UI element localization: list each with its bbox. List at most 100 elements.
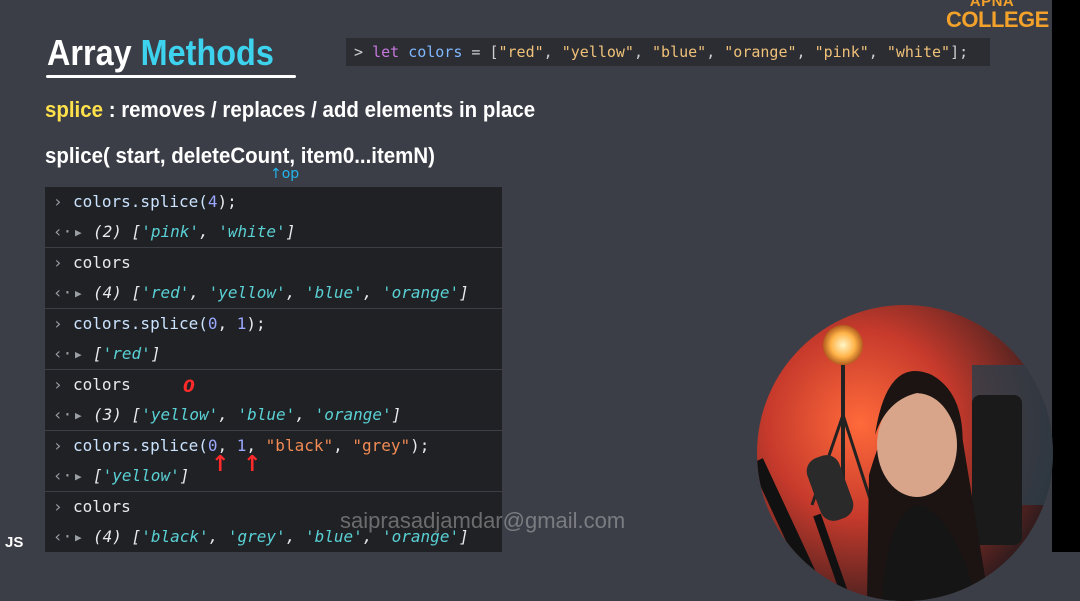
console-output-row: ‹· ▶ (3) ['yellow', 'blue', 'orange'] <box>45 400 502 431</box>
return-arrow-icon: ‹· <box>53 466 73 485</box>
array-item: 'grey' <box>227 527 286 546</box>
array-item: 'yellow' <box>102 466 180 485</box>
array-item: 'red' <box>141 283 190 302</box>
array-item: 'red' <box>102 344 151 363</box>
console-array-output[interactable]: (4) ['red', 'yellow', 'blue', 'orange'] <box>93 283 469 302</box>
console-input-row: › colors <box>45 370 502 400</box>
decl-item: "pink" <box>814 43 869 61</box>
presenter-webcam <box>757 305 1053 601</box>
decl-item: "blue" <box>652 43 707 61</box>
slide-title: Array Methods <box>47 32 274 74</box>
prompt-chevron-icon: › <box>53 497 63 516</box>
array-item: 'yellow' <box>208 283 286 302</box>
array-item: 'black' <box>141 527 209 546</box>
brand-logo-bottom: COLLEGE <box>946 7 1049 32</box>
return-arrow-icon: ‹· <box>53 405 73 424</box>
return-arrow-icon: ‹· <box>53 222 73 241</box>
console-array-output[interactable]: (3) ['yellow', 'blue', 'orange'] <box>93 405 401 424</box>
up-arrow-icon: ↑ <box>211 452 230 477</box>
return-arrow-icon: ‹· <box>53 283 73 302</box>
console-arg: "black" <box>265 436 334 455</box>
return-arrow-icon: ‹· <box>53 344 73 363</box>
splice-description: splice : removes / replaces / add elemen… <box>45 97 535 123</box>
array-length: (3) <box>93 405 122 424</box>
up-arrow-icon: ↑ <box>270 166 282 182</box>
brand-logo: APNA COLLEGE <box>946 0 1049 32</box>
console-arg: "grey" <box>352 436 411 455</box>
console-arg: , <box>333 436 353 455</box>
array-item: 'blue' <box>237 405 296 424</box>
console-arg: 4 <box>207 192 218 211</box>
expand-triangle-icon[interactable]: ▶ <box>75 401 93 431</box>
decl-var: colors <box>408 43 463 61</box>
colors-declaration: > let colors = ["red", "yellow", "blue",… <box>346 38 990 66</box>
right-black-strip <box>1052 0 1080 552</box>
array-item: 'orange' <box>314 405 392 424</box>
prompt-chevron-icon: › <box>53 375 63 394</box>
expand-triangle-icon[interactable]: ▶ <box>75 218 93 248</box>
decl-item: "red" <box>498 43 544 61</box>
array-item: 'yellow' <box>141 405 219 424</box>
console-output-row: ‹· ▶ (4) ['red', 'yellow', 'blue', 'orange… <box>45 278 502 309</box>
console-call: colors.splice( <box>73 436 208 455</box>
array-item: 'white' <box>218 222 286 241</box>
return-arrow-icon: ‹· <box>53 527 73 546</box>
array-item: 'blue' <box>304 283 363 302</box>
op-annotation-text: op <box>281 166 300 182</box>
console-array-output[interactable]: ['red'] <box>93 344 160 363</box>
expand-triangle-icon[interactable]: ▶ <box>75 340 93 370</box>
method-name: splice <box>45 97 104 122</box>
expand-triangle-icon[interactable]: ▶ <box>75 279 93 309</box>
slide-title-part1: Array <box>47 32 132 73</box>
array-length: (4) <box>93 527 122 546</box>
console-output-row: ‹· ▶ (2) ['pink', 'white'] <box>45 217 502 248</box>
console-arg: 1 <box>236 314 247 333</box>
array-item: 'orange' <box>382 283 460 302</box>
zero-annotation: 0 <box>183 377 195 397</box>
console-input-row: › colors.splice(0, 1); <box>45 309 502 339</box>
op-annotation: ↑op <box>270 166 299 182</box>
console-input-text: colors <box>73 375 131 394</box>
console-call-close: ); <box>217 192 237 211</box>
decl-item: "white" <box>886 43 951 61</box>
method-description: : removes / replaces / add elements in p… <box>103 97 536 122</box>
presenter-illustration <box>757 305 1053 601</box>
array-length: (2) <box>93 222 122 241</box>
js-corner-label: JS <box>5 534 24 551</box>
watermark-email: saiprasadjamdar@gmail.com <box>340 508 626 533</box>
console-input-text: colors <box>73 253 131 272</box>
prompt-chevron-icon: › <box>53 314 63 333</box>
array-length: (4) <box>93 283 122 302</box>
title-underline <box>46 75 296 78</box>
up-arrow-icon: ↑ <box>243 452 262 477</box>
console-panel: › colors.splice(4); ‹· ▶ (2) ['pink', 'white… <box>45 187 502 553</box>
console-call-close: ); <box>246 314 266 333</box>
array-item: 'pink' <box>141 222 199 241</box>
console-input-text: colors <box>73 497 131 516</box>
console-output-row: ‹· ▶ ['yellow'] <box>45 461 502 492</box>
console-output-row: ‹· ▶ ['red'] <box>45 339 502 370</box>
prompt-chevron-icon: › <box>53 192 63 211</box>
decl-prompt: > <box>354 43 364 61</box>
prompt-chevron-icon: › <box>53 436 63 455</box>
decl-item: "yellow" <box>561 43 634 61</box>
console-input-row: › colors.splice(0, 1, "black", "grey"); <box>45 431 502 461</box>
console-call: colors.splice( <box>73 314 208 333</box>
splice-signature: splice( start, deleteCount, item0...item… <box>45 143 435 168</box>
decl-rest-suffix: ]; <box>950 43 969 61</box>
decl-keyword: let <box>372 43 400 61</box>
prompt-chevron-icon: › <box>53 253 63 272</box>
console-input-row: › colors <box>45 248 502 278</box>
console-call-close: ); <box>410 436 430 455</box>
expand-triangle-icon[interactable]: ▶ <box>75 523 93 553</box>
expand-triangle-icon[interactable]: ▶ <box>75 462 93 492</box>
decl-item: "orange" <box>724 43 797 61</box>
console-input-row: › colors.splice(4); <box>45 187 502 217</box>
console-call: colors.splice( <box>73 192 208 211</box>
console-arg: , <box>217 314 237 333</box>
decl-rest-prefix: = [ <box>462 43 499 61</box>
slide-title-part2: Methods <box>140 32 274 73</box>
console-array-output[interactable]: ['yellow'] <box>93 466 189 485</box>
console-array-output[interactable]: (2) ['pink', 'white'] <box>93 222 295 241</box>
console-arg: 0 <box>207 314 218 333</box>
